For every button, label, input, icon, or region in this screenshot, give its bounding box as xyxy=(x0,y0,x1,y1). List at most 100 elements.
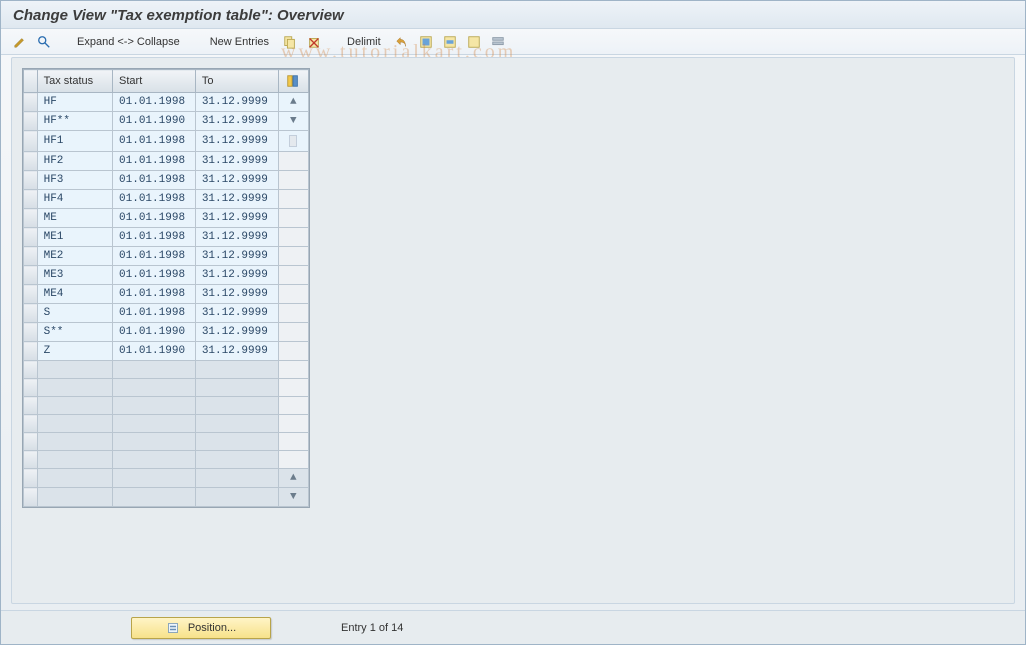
col-header-to[interactable]: To xyxy=(195,70,278,93)
cell-to[interactable]: 31.12.9999 xyxy=(195,209,278,228)
table-row[interactable] xyxy=(24,451,309,469)
row-selector[interactable] xyxy=(24,228,38,247)
row-selector[interactable] xyxy=(24,131,38,152)
table-row[interactable]: S**01.01.199031.12.9999 xyxy=(24,323,309,342)
row-selector[interactable] xyxy=(24,469,38,488)
row-selector[interactable] xyxy=(24,247,38,266)
undo-change-icon[interactable] xyxy=(393,33,411,51)
cell-start[interactable]: 01.01.1998 xyxy=(113,171,196,190)
cell-start[interactable]: 01.01.1990 xyxy=(113,342,196,361)
scroll-up-icon[interactable]: ▲ xyxy=(285,96,302,108)
select-block-icon[interactable] xyxy=(441,33,459,51)
row-selector[interactable] xyxy=(24,488,38,507)
table-row[interactable]: ME101.01.199831.12.9999 xyxy=(24,228,309,247)
cell-start[interactable]: 01.01.1998 xyxy=(113,247,196,266)
cell-to[interactable]: 31.12.9999 xyxy=(195,228,278,247)
cell-to[interactable]: 31.12.9999 xyxy=(195,285,278,304)
cell-tax-status[interactable] xyxy=(37,361,112,379)
table-row[interactable]: Z01.01.199031.12.9999 xyxy=(24,342,309,361)
cell-tax-status[interactable]: ME4 xyxy=(37,285,112,304)
cell-to[interactable]: 31.12.9999 xyxy=(195,152,278,171)
row-selector[interactable] xyxy=(24,112,38,131)
cell-tax-status[interactable]: ME1 xyxy=(37,228,112,247)
row-selector[interactable] xyxy=(24,152,38,171)
cell-tax-status[interactable]: HF1 xyxy=(37,131,112,152)
scroll-thumb-icon[interactable] xyxy=(289,135,297,147)
row-selector[interactable] xyxy=(24,415,38,433)
scroll-down-icon[interactable]: ▼ xyxy=(285,115,302,127)
cell-to[interactable] xyxy=(195,488,278,507)
table-row[interactable] xyxy=(24,415,309,433)
cell-tax-status[interactable]: S** xyxy=(37,323,112,342)
cell-tax-status[interactable]: HF2 xyxy=(37,152,112,171)
table-row[interactable]: HF301.01.199831.12.9999 xyxy=(24,171,309,190)
cell-start[interactable] xyxy=(113,451,196,469)
cell-to[interactable]: 31.12.9999 xyxy=(195,342,278,361)
cell-start[interactable]: 01.01.1998 xyxy=(113,285,196,304)
table-row[interactable]: ▼ xyxy=(24,488,309,507)
table-config-header[interactable] xyxy=(278,70,308,93)
select-all-icon[interactable] xyxy=(417,33,435,51)
cell-to[interactable]: 31.12.9999 xyxy=(195,190,278,209)
table-row[interactable]: HF01.01.199831.12.9999▲ xyxy=(24,93,309,112)
cell-tax-status[interactable]: HF4 xyxy=(37,190,112,209)
row-selector[interactable] xyxy=(24,304,38,323)
table-row[interactable]: ME301.01.199831.12.9999 xyxy=(24,266,309,285)
row-selector[interactable] xyxy=(24,266,38,285)
row-selector[interactable] xyxy=(24,190,38,209)
other-entry-icon[interactable] xyxy=(35,33,53,51)
table-row[interactable] xyxy=(24,397,309,415)
copy-as-icon[interactable] xyxy=(281,33,299,51)
scroll-down-bottom-icon[interactable]: ▼ xyxy=(285,491,302,503)
cell-start[interactable]: 01.01.1998 xyxy=(113,304,196,323)
cell-to[interactable]: 31.12.9999 xyxy=(195,323,278,342)
cell-tax-status[interactable] xyxy=(37,415,112,433)
cell-to[interactable]: 31.12.9999 xyxy=(195,247,278,266)
table-row[interactable]: HF201.01.199831.12.9999 xyxy=(24,152,309,171)
cell-tax-status[interactable]: HF xyxy=(37,93,112,112)
cell-start[interactable]: 01.01.1998 xyxy=(113,209,196,228)
cell-to[interactable] xyxy=(195,415,278,433)
cell-tax-status[interactable] xyxy=(37,469,112,488)
cell-start[interactable] xyxy=(113,397,196,415)
col-header-tax-status[interactable]: Tax status xyxy=(37,70,112,93)
cell-start[interactable]: 01.01.1990 xyxy=(113,323,196,342)
table-settings-icon[interactable] xyxy=(285,73,301,89)
table-row[interactable]: S01.01.199831.12.9999 xyxy=(24,304,309,323)
cell-tax-status[interactable]: S xyxy=(37,304,112,323)
deselect-all-icon[interactable] xyxy=(465,33,483,51)
row-selector[interactable] xyxy=(24,397,38,415)
cell-start[interactable] xyxy=(113,488,196,507)
cell-tax-status[interactable] xyxy=(37,488,112,507)
row-selector[interactable] xyxy=(24,451,38,469)
delimit-button[interactable]: Delimit xyxy=(341,34,387,50)
cell-to[interactable] xyxy=(195,397,278,415)
table-row[interactable] xyxy=(24,361,309,379)
table-row[interactable]: HF101.01.199831.12.9999 xyxy=(24,131,309,152)
row-selector[interactable] xyxy=(24,285,38,304)
cell-to[interactable] xyxy=(195,379,278,397)
cell-to[interactable]: 31.12.9999 xyxy=(195,93,278,112)
table-row[interactable] xyxy=(24,379,309,397)
cell-start[interactable]: 01.01.1998 xyxy=(113,266,196,285)
cell-start[interactable] xyxy=(113,469,196,488)
cell-tax-status[interactable]: ME2 xyxy=(37,247,112,266)
cell-to[interactable]: 31.12.9999 xyxy=(195,131,278,152)
row-selector[interactable] xyxy=(24,433,38,451)
row-selector[interactable] xyxy=(24,93,38,112)
cell-start[interactable] xyxy=(113,379,196,397)
cell-tax-status[interactable] xyxy=(37,451,112,469)
cell-tax-status[interactable]: ME3 xyxy=(37,266,112,285)
cell-tax-status[interactable]: ME xyxy=(37,209,112,228)
new-entries-button[interactable]: New Entries xyxy=(204,34,275,50)
expand-collapse-button[interactable]: Expand <-> Collapse xyxy=(71,34,186,50)
toggle-display-change-icon[interactable] xyxy=(11,33,29,51)
row-selector[interactable] xyxy=(24,209,38,228)
table-row[interactable]: HF401.01.199831.12.9999 xyxy=(24,190,309,209)
cell-tax-status[interactable] xyxy=(37,433,112,451)
cell-tax-status[interactable]: Z xyxy=(37,342,112,361)
cell-start[interactable]: 01.01.1998 xyxy=(113,131,196,152)
cell-start[interactable]: 01.01.1998 xyxy=(113,152,196,171)
configure-icon[interactable] xyxy=(489,33,507,51)
cell-to[interactable]: 31.12.9999 xyxy=(195,304,278,323)
